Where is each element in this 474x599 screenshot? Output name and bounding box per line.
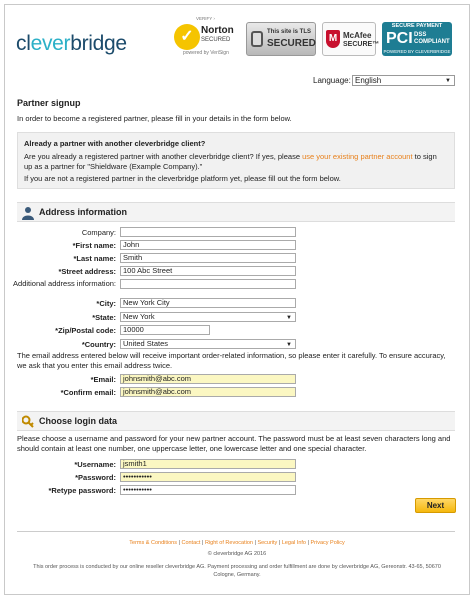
chevron-down-icon: ▼ xyxy=(286,342,292,348)
norton-seal[interactable]: VERIFY › ✓ Norton SECURED powered by Ver… xyxy=(174,16,238,56)
footer-divider xyxy=(17,531,455,532)
terms-link[interactable]: Terms & Conditions xyxy=(129,540,177,546)
company-field[interactable] xyxy=(120,227,296,237)
email-field[interactable]: johnsmith@abc.com xyxy=(120,374,296,384)
partner-box-title: Already a partner with another cleverbri… xyxy=(24,139,206,148)
additional-address-label: Additional address information: xyxy=(13,279,116,288)
chevron-down-icon: ▼ xyxy=(286,315,292,321)
zip-field[interactable]: 10000 xyxy=(120,325,210,335)
next-button[interactable]: Next xyxy=(415,498,456,513)
tls-secured-seal[interactable]: This site is TLS SECURED xyxy=(246,22,316,56)
existing-partner-box: Already a partner with another cleverbri… xyxy=(17,132,455,189)
last-name-label: *Last name: xyxy=(73,254,116,263)
legal-info-link[interactable]: Legal Info xyxy=(282,540,306,546)
partner-box-text2: If you are not a registered partner in t… xyxy=(24,174,341,183)
disclaimer: This order process is conducted by our o… xyxy=(33,564,441,578)
login-note: Please choose a username and password fo… xyxy=(17,434,451,453)
street-field[interactable]: 100 Abc Street xyxy=(120,266,296,276)
city-label: *City: xyxy=(96,299,116,308)
chevron-down-icon: ▼ xyxy=(445,78,451,84)
username-field[interactable]: jsmith1 xyxy=(120,459,296,469)
privacy-policy-link[interactable]: Privacy Policy xyxy=(310,540,344,546)
state-label: *State: xyxy=(92,313,116,322)
email-note: The email address entered below will rec… xyxy=(17,351,446,370)
confirm-email-label: *Confirm email: xyxy=(60,388,116,397)
cleverbridge-logo[interactable]: cleverbridge xyxy=(16,32,127,56)
zip-label: *Zip/Postal code: xyxy=(55,326,116,335)
contact-link[interactable]: Contact xyxy=(181,540,200,546)
first-name-label: *First name: xyxy=(72,241,116,250)
country-select[interactable]: United States ▼ xyxy=(120,339,296,349)
copyright: © cleverbridge AG 2016 xyxy=(207,551,267,557)
password-field[interactable]: ••••••••••• xyxy=(120,472,296,482)
city-field[interactable]: New York City xyxy=(120,298,296,308)
additional-address-field[interactable] xyxy=(120,279,296,289)
state-select[interactable]: New York ▼ xyxy=(120,312,296,322)
page-title: Partner signup xyxy=(17,98,81,108)
retype-password-label: *Retype password: xyxy=(48,486,116,495)
street-label: *Street address: xyxy=(58,267,116,276)
pci-seal[interactable]: SECURE PAYMENT PCI DSS COMPLIANT POWERED … xyxy=(382,22,452,56)
country-label: *Country: xyxy=(81,340,116,349)
language-select[interactable]: English ▼ xyxy=(352,75,455,86)
checkmark-icon: ✓ xyxy=(174,24,200,50)
retype-password-field[interactable]: ••••••••••• xyxy=(120,485,296,495)
footer-links: Terms & Conditions | Contact | Right of … xyxy=(129,540,345,546)
first-name-field[interactable]: John xyxy=(120,240,296,250)
security-link[interactable]: Security xyxy=(257,540,277,546)
mcafee-seal[interactable]: M McAfee SECURE™ xyxy=(322,22,379,56)
last-name-field[interactable]: Smith xyxy=(120,253,296,263)
user-icon xyxy=(22,207,34,220)
address-section-header: Address information xyxy=(17,202,455,222)
confirm-email-field[interactable]: johnsmith@abc.com xyxy=(120,387,296,397)
revocation-link[interactable]: Right of Revocation xyxy=(205,540,253,546)
language-label: Language: xyxy=(313,76,351,85)
email-label: *Email: xyxy=(90,375,116,384)
partner-box-text: Are you already a registered partner wit… xyxy=(24,152,437,171)
lock-icon xyxy=(251,31,263,47)
password-label: *Password: xyxy=(75,473,116,482)
mcafee-shield-icon: M xyxy=(326,30,340,48)
username-label: *Username: xyxy=(74,460,116,469)
intro-text: In order to become a registered partner,… xyxy=(17,114,292,123)
key-icon xyxy=(22,415,34,428)
company-label: Company: xyxy=(81,228,116,237)
existing-account-link[interactable]: use your existing partner account xyxy=(302,152,412,161)
login-section-header: Choose login data xyxy=(17,411,455,431)
